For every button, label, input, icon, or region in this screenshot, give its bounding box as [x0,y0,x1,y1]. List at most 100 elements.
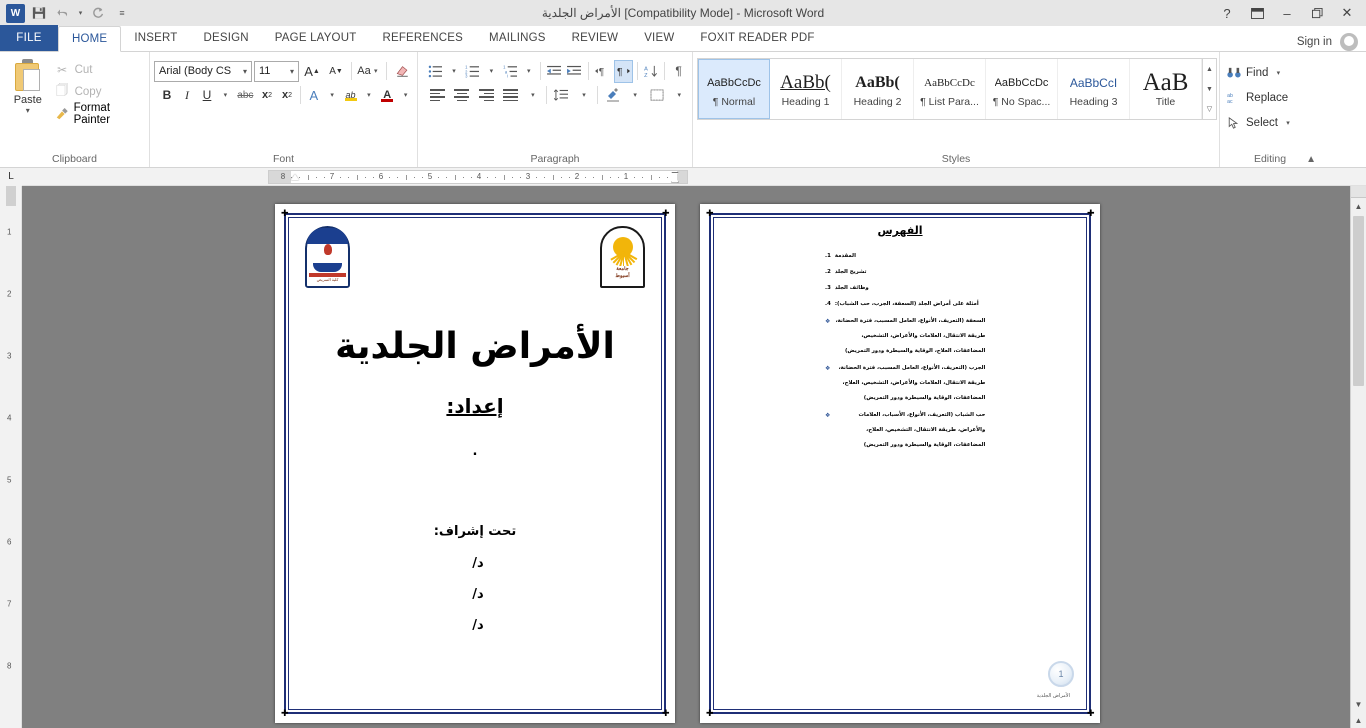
replace-button[interactable]: ab ac Replace [1224,86,1295,109]
tab-home[interactable]: HOME [58,26,122,52]
underline-dropdown[interactable]: ▾ [218,84,233,106]
document-page-2[interactable]: ✚ ✚ ✚ ✚ الفهرس المقدمة 1. تشريح الجلد 2.… [700,204,1100,723]
collapse-ribbon-button[interactable]: ▲ [1306,154,1316,165]
chevron-down-icon[interactable]: ▾ [26,107,30,115]
tab-design[interactable]: DESIGN [190,25,261,51]
scrollbar-thumb[interactable] [1353,216,1364,386]
paste-button[interactable]: Paste ▾ [4,55,52,151]
shading-dropdown[interactable]: ▾ [626,84,644,106]
tab-foxit-reader-pdf[interactable]: FOXIT READER PDF [687,25,827,51]
chevron-down-icon[interactable]: ▾ [1283,119,1293,127]
undo-dropdown-icon[interactable]: ▾ [76,2,85,24]
account-avatar-icon[interactable] [1340,33,1358,51]
line-spacing-dropdown[interactable]: ▾ [575,84,593,106]
text-effects-dropdown[interactable]: ▾ [325,84,340,106]
shading-button[interactable] [602,84,625,107]
numbering-dropdown[interactable]: ▾ [484,60,499,82]
font-family-combo[interactable]: Arial (Body CS ▾ [154,60,252,82]
bold-button[interactable]: B [158,84,176,106]
sort-button[interactable]: AZ [642,60,661,83]
customize-qat-icon[interactable]: ≡ [111,2,133,24]
grow-font-button[interactable]: A ▲ [301,60,323,82]
select-button[interactable]: Select ▾ [1224,111,1295,134]
scroll-up-icon[interactable]: ▲ [1351,198,1366,214]
word-app-icon[interactable]: W [4,2,26,24]
save-icon[interactable] [28,2,50,24]
font-color-dropdown[interactable]: ▾ [398,84,413,106]
style-normal[interactable]: AaBbCcDc ¶ Normal [698,59,770,119]
undo-icon[interactable] [52,2,74,24]
bullets-dropdown[interactable]: ▾ [447,60,462,82]
numbering-button[interactable]: 123 [463,60,482,83]
text-highlight-button[interactable]: ab [342,84,360,106]
tab-mailings[interactable]: MAILINGS [476,25,559,51]
multilevel-list-button[interactable]: 1ai [501,60,520,83]
align-left-button[interactable] [426,84,449,107]
style-heading-2[interactable]: AaBb( Heading 2 [842,59,914,119]
tab-page-layout[interactable]: PAGE LAYOUT [262,25,370,51]
strikethrough-button[interactable]: abc [235,84,256,106]
change-case-button[interactable]: Aa ▾ [356,60,382,82]
close-button[interactable]: ✕ [1332,1,1362,25]
copy-button[interactable]: 🗍 Copy [52,82,145,101]
justify-dropdown[interactable]: ▾ [524,84,542,106]
style-no-spacing[interactable]: AaBbCcDc ¶ No Spac... [986,59,1058,119]
scroll-down-icon[interactable]: ▼ [1351,696,1366,712]
tab-insert[interactable]: INSERT [121,25,190,51]
bullets-button[interactable] [426,60,445,83]
chevron-down-icon[interactable]: ▾ [1273,69,1283,77]
style-heading-3[interactable]: AaBbCcI Heading 3 [1058,59,1130,119]
align-right-button[interactable] [475,84,498,107]
decrease-indent-button[interactable] [545,60,564,83]
document-page-1[interactable]: ✚ ✚ ✚ ✚ كلية التمريض جامعة أسيوط الأمراض… [275,204,675,723]
horizontal-ruler[interactable]: 8 7 6 5 4 3 2 1 [268,169,688,184]
tab-stop-selector[interactable]: L [0,167,22,186]
cut-button[interactable]: ✂ Cut [52,60,145,79]
font-color-button[interactable]: A [378,84,396,106]
style-title[interactable]: AaB Title [1130,59,1202,119]
vertical-ruler[interactable]: 1 2 3 4 5 6 7 8 [0,186,22,728]
ltr-text-direction-button[interactable]: ¶ [593,60,612,83]
subscript-button[interactable]: x2 [258,84,276,106]
help-button[interactable]: ? [1212,1,1242,25]
document-canvas[interactable]: ✚ ✚ ✚ ✚ كلية التمريض جامعة أسيوط الأمراض… [22,186,1366,728]
increase-indent-button[interactable] [566,60,585,83]
superscript-button[interactable]: x2 [278,84,296,106]
font-size-combo[interactable]: 11 ▾ [254,60,299,82]
styles-more-icon[interactable]: ▽ [1203,99,1216,119]
ribbon-display-options-button[interactable] [1242,1,1272,25]
clear-formatting-button[interactable] [391,60,413,82]
rtl-text-direction-button[interactable]: ¶ [613,59,633,83]
styles-scroll-down-icon[interactable]: ▼ [1203,79,1216,99]
show-formatting-marks-button[interactable]: ¶ [669,60,688,83]
styles-scrollbar[interactable]: ▲ ▼ ▽ [1202,59,1216,119]
split-bar-handle[interactable] [1351,186,1366,198]
tab-review[interactable]: REVIEW [559,25,632,51]
borders-button[interactable] [646,84,669,107]
sign-in-area[interactable]: Sign in [1297,33,1366,51]
line-spacing-button[interactable] [551,84,574,107]
style-list-paragraph[interactable]: AaBbCcDc ¶ List Para... [914,59,986,119]
previous-page-icon[interactable]: ▲ [1351,712,1366,728]
minimize-button[interactable]: – [1272,1,1302,25]
justify-button[interactable] [500,84,523,107]
styles-scroll-up-icon[interactable]: ▲ [1203,59,1216,79]
restore-button[interactable] [1302,1,1332,25]
tab-view[interactable]: VIEW [631,25,687,51]
shrink-font-button[interactable]: A ▼ [325,60,347,82]
align-center-button[interactable] [451,84,474,107]
tab-file[interactable]: FILE [0,25,58,51]
ruler-indent-marker[interactable] [291,173,299,180]
italic-button[interactable]: I [178,84,196,106]
borders-dropdown[interactable]: ▾ [670,84,688,106]
text-highlight-dropdown[interactable]: ▾ [362,84,377,106]
text-effects-button[interactable]: A [305,84,323,106]
vertical-scrollbar[interactable]: ▲ ▼ ▲ ▼ [1350,186,1366,728]
tab-references[interactable]: REFERENCES [369,25,476,51]
repeat-icon[interactable] [87,2,109,24]
multilevel-list-dropdown[interactable]: ▾ [521,60,536,82]
format-painter-button[interactable]: Format Painter [52,102,145,126]
underline-button[interactable]: U [198,84,216,106]
find-button[interactable]: Find ▾ [1224,61,1295,84]
style-heading-1[interactable]: AaBb( Heading 1 [770,59,842,119]
